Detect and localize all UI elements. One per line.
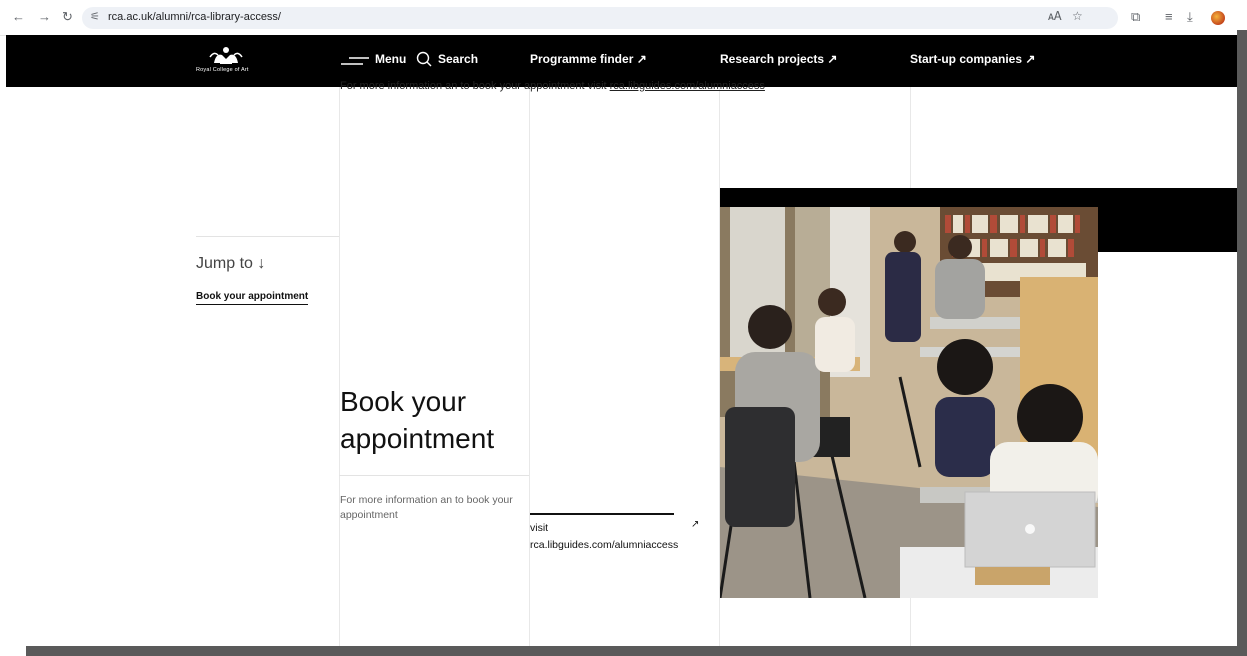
download-icon[interactable]: ⤓ [1187,9,1193,25]
forward-icon[interactable]: → [38,9,51,24]
window-shadow [26,646,1247,656]
crest-icon [209,47,243,64]
divider [196,236,339,237]
profile-avatar[interactable] [1211,11,1225,25]
visit-label: visit [530,522,549,534]
visit-url: rca.libguides.com/alumniaccess [530,539,679,551]
startup-companies-link[interactable]: Start-up companies ↗ [910,52,1035,66]
heading-line: Book your [340,386,467,417]
jump-link-book-appointment[interactable]: Book your appointment [196,291,309,305]
section-description: For more information an to book your app… [340,494,513,521]
info-text: For more information an to book your app… [340,80,765,92]
library-illustration [720,207,1098,598]
section-heading: Book your appointment [340,383,494,457]
search-icon[interactable] [416,51,432,67]
logo-text: Royal College of Art [196,67,249,73]
visit-link[interactable]: visit rca.libguides.com/alumniaccess [530,520,678,554]
library-photo [720,207,1098,598]
visit-divider [530,513,674,515]
address-bar[interactable]: ⚟ rca.ac.uk/alumni/rca-library-access/ 🗚… [82,7,1118,29]
libguides-link[interactable]: rca.libguides.com/alumniaccess [610,80,765,92]
extensions-icon[interactable]: ⧉ [1131,9,1140,25]
back-icon[interactable]: ← [12,9,25,24]
browser-toolbar: ← → ↻ ⚟ rca.ac.uk/alumni/rca-library-acc… [0,0,1247,36]
jump-to-label: Jump to ↓ [196,255,266,272]
menu-button[interactable]: Menu [375,52,406,66]
site-info-icon[interactable]: ⚟ [90,10,100,23]
external-arrow-icon: ↗ [691,519,700,530]
translate-icon[interactable]: 🗚 [1048,9,1062,24]
reading-list-icon[interactable]: ≡ [1165,9,1173,24]
address-url[interactable]: rca.ac.uk/alumni/rca-library-access/ [108,11,281,23]
search-button[interactable]: Search [438,52,478,66]
window-shadow [1237,30,1247,656]
reload-icon[interactable]: ↻ [62,9,73,25]
menu-icon[interactable] [341,55,369,67]
divider [339,475,529,476]
info-text-prefix: For more information an to book your app… [340,80,610,92]
rca-logo[interactable]: Royal College of Art [196,45,266,79]
bookmark-star-icon[interactable]: ☆ [1072,9,1083,23]
grid-line [339,87,340,646]
grid-line [529,87,530,646]
heading-line: appointment [340,423,495,454]
research-projects-link[interactable]: Research projects ↗ [720,52,837,66]
programme-finder-link[interactable]: Programme finder ↗ [530,52,647,66]
